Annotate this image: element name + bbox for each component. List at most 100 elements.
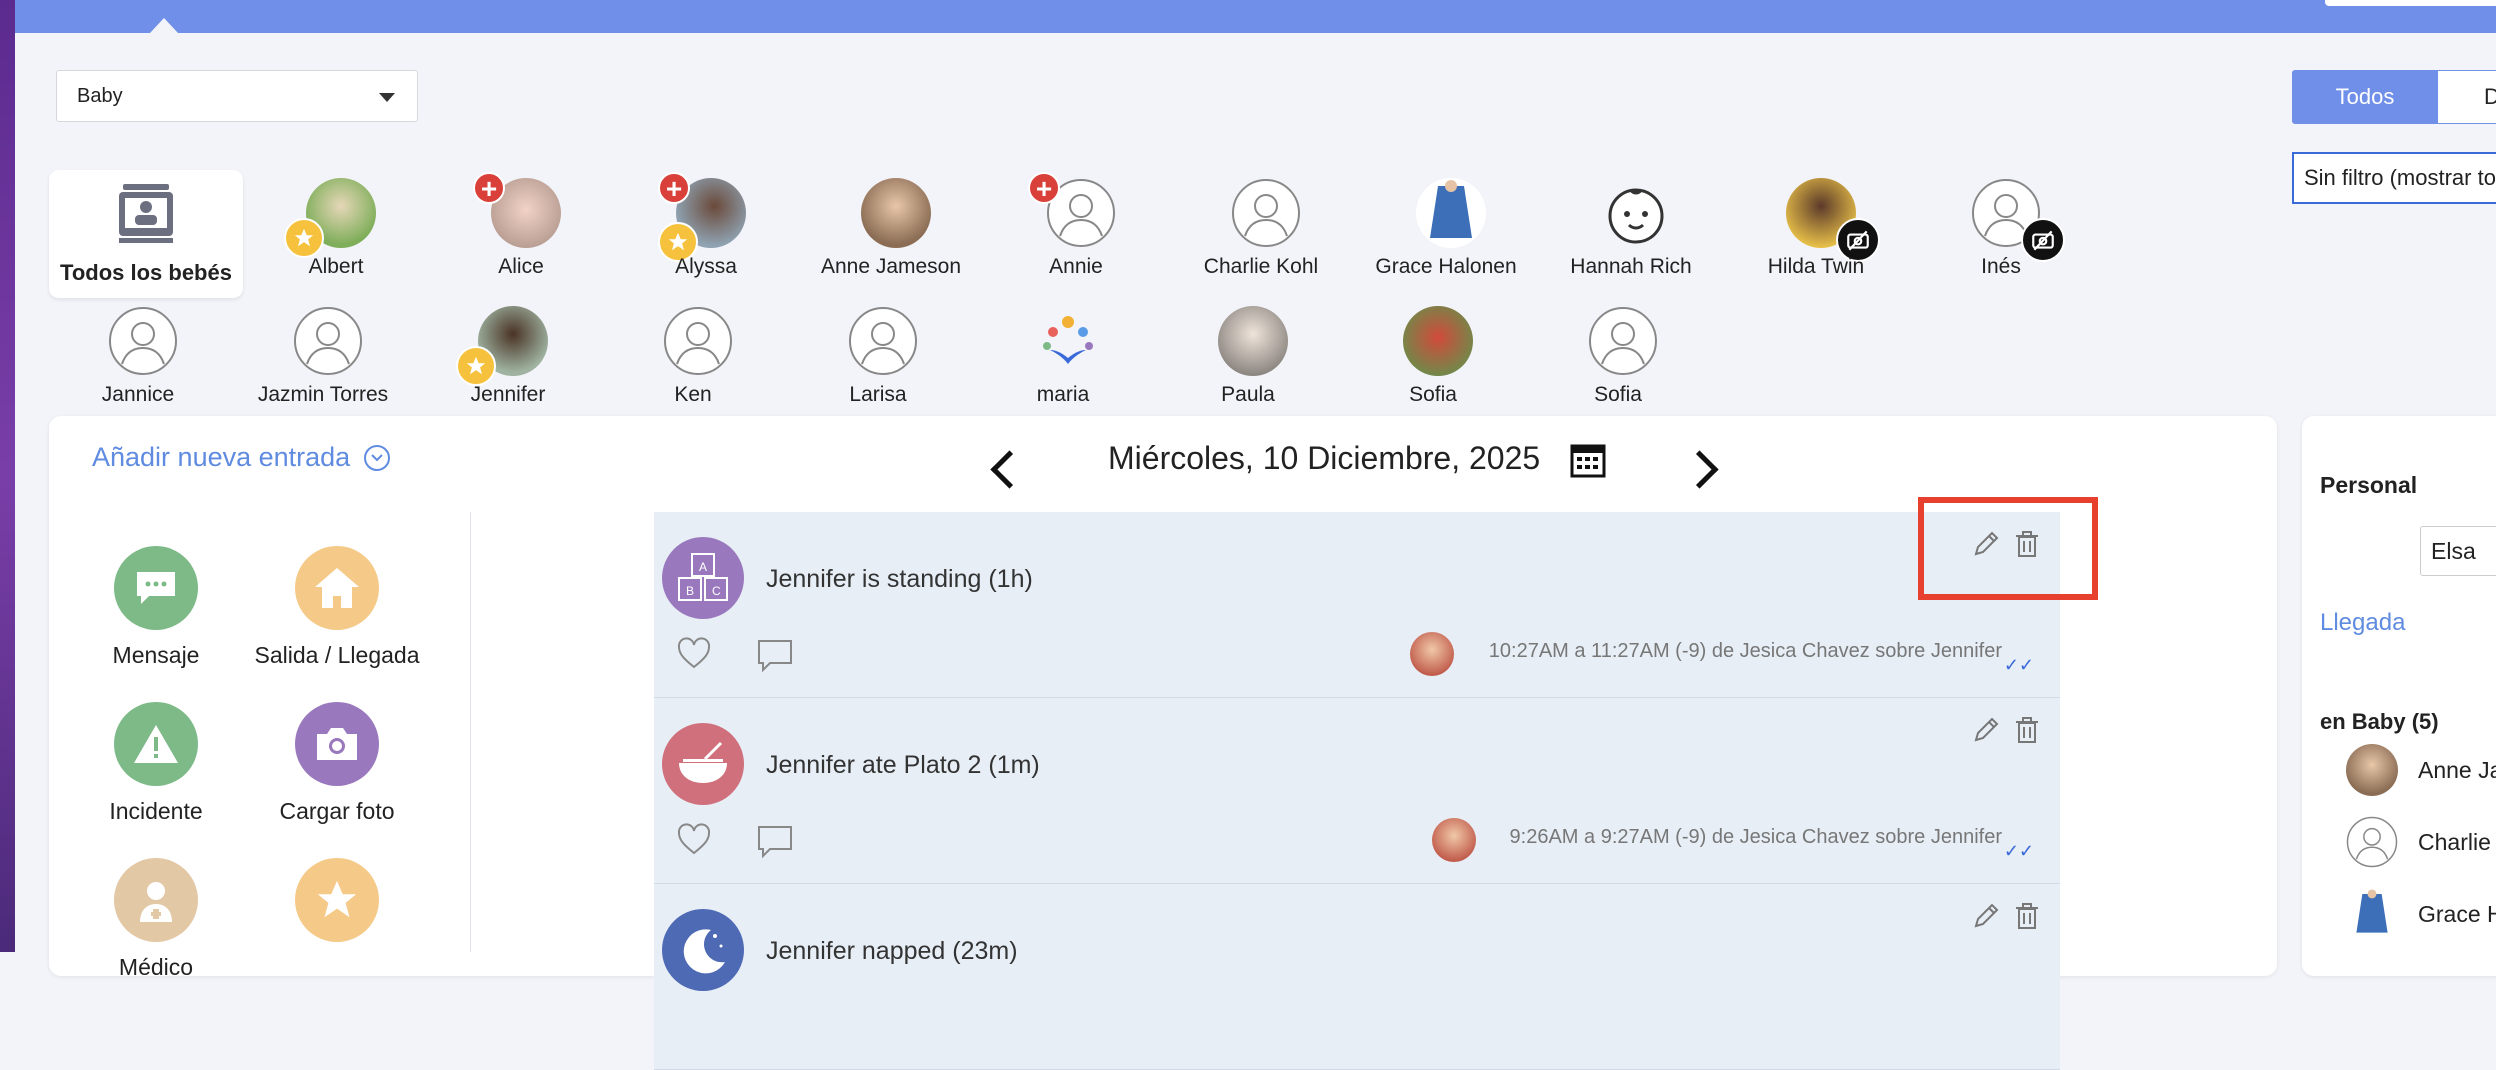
current-date: Miércoles, 10 Diciembre, 2025 bbox=[1108, 440, 1541, 476]
entry-meta: 9:26AM a 9:27AM (-9) de Jesica Chavez so… bbox=[1509, 826, 2002, 848]
feed-entry[interactable]: Jennifer napped (23m) bbox=[654, 884, 2060, 1070]
child-anne-jameson[interactable]: Anne Jameson bbox=[799, 172, 983, 292]
staff-select[interactable]: Elsa bbox=[2420, 526, 2496, 576]
avatar bbox=[1416, 178, 1486, 248]
plus-icon: + bbox=[473, 172, 505, 204]
child-sofia[interactable]: Sofia bbox=[1341, 300, 1525, 420]
child-larisa[interactable]: Larisa bbox=[786, 300, 970, 420]
child-name: Sofia bbox=[1594, 383, 1642, 406]
star-icon bbox=[284, 218, 324, 258]
child-charlie-kohl[interactable]: Charlie Kohl bbox=[1169, 172, 1353, 292]
child-grace-halonen[interactable]: Grace Halonen bbox=[1354, 172, 1538, 292]
room-selector[interactable]: Baby bbox=[56, 70, 418, 122]
action-message[interactable]: Mensaje bbox=[56, 546, 256, 669]
action-highlight[interactable] bbox=[237, 858, 437, 954]
avatar bbox=[2346, 744, 2398, 796]
feed-entry[interactable]: AB C Jennifer is standing (1h) 10:27AM a … bbox=[654, 512, 2060, 698]
entry-title: Jennifer is standing (1h) bbox=[766, 565, 1033, 593]
user-placeholder-icon bbox=[1589, 307, 1657, 375]
person-row[interactable]: Anne Ja bbox=[2346, 744, 2496, 796]
child-alice[interactable]: + Alice bbox=[429, 172, 613, 292]
child-paula[interactable]: Paula bbox=[1156, 300, 1340, 420]
chevron-right-icon[interactable] bbox=[1680, 450, 1719, 489]
child-alyssa[interactable]: + Alyssa bbox=[614, 172, 798, 292]
comment-icon[interactable] bbox=[756, 824, 794, 860]
top-nav-bar bbox=[15, 0, 2496, 33]
child-albert[interactable]: Albert bbox=[244, 172, 428, 292]
child-jazmin-torres[interactable]: Jazmin Torres bbox=[231, 300, 415, 420]
child-name: Larisa bbox=[849, 383, 907, 406]
chevron-down-icon bbox=[379, 93, 395, 102]
child-name: Sofia bbox=[1409, 383, 1457, 406]
heart-icon[interactable] bbox=[676, 822, 712, 856]
chevron-left-icon[interactable] bbox=[990, 450, 1029, 489]
add-entry-label: Añadir nueva entrada bbox=[92, 442, 351, 472]
people-logo-icon bbox=[1043, 316, 1093, 364]
child-jennifer[interactable]: Jennifer bbox=[416, 300, 600, 420]
user-placeholder-icon bbox=[109, 307, 177, 375]
child-name: Alyssa bbox=[675, 255, 737, 278]
toggle-all-button[interactable]: Todos bbox=[2292, 70, 2438, 124]
calendar-icon[interactable] bbox=[1570, 442, 1606, 478]
child-name: Ken bbox=[674, 383, 712, 406]
trash-icon[interactable] bbox=[2014, 902, 2040, 930]
child-name: Paula bbox=[1221, 383, 1275, 406]
child-name: Grace Halonen bbox=[1375, 255, 1517, 278]
trash-icon[interactable] bbox=[2014, 716, 2040, 744]
child-annie[interactable]: + Annie bbox=[984, 172, 1168, 292]
svg-text:B: B bbox=[686, 584, 694, 598]
plus-icon: + bbox=[1028, 172, 1060, 204]
add-entry-button[interactable]: Añadir nueva entrada bbox=[92, 442, 391, 473]
heart-icon[interactable] bbox=[676, 636, 712, 670]
chat-icon bbox=[114, 546, 198, 630]
child-ken[interactable]: Ken bbox=[601, 300, 785, 420]
pencil-icon[interactable] bbox=[1972, 902, 2000, 930]
user-placeholder-icon bbox=[2346, 816, 2398, 868]
pencil-icon[interactable] bbox=[1972, 716, 2000, 744]
action-incident[interactable]: Incidente bbox=[56, 702, 256, 825]
child-sofia-2[interactable]: Sofia bbox=[1526, 300, 1710, 420]
child-hannah-rich[interactable]: Hannah Rich bbox=[1539, 172, 1723, 292]
all-babies-label: Todos los bebés bbox=[60, 260, 232, 285]
child-name: Alice bbox=[498, 255, 544, 278]
child-name: Albert bbox=[308, 255, 364, 278]
arrival-link[interactable]: Llegada bbox=[2320, 609, 2405, 637]
date-navigation: Miércoles, 10 Diciembre, 2025 bbox=[980, 430, 1740, 500]
action-label: Salida / Llegada bbox=[254, 642, 420, 668]
user-placeholder-icon bbox=[664, 307, 732, 375]
child-name: Jazmin Torres bbox=[257, 383, 389, 406]
staff-avatar bbox=[1432, 818, 1476, 862]
avatar bbox=[1403, 306, 1473, 376]
chevron-down-icon bbox=[364, 444, 391, 471]
child-name: Jannice bbox=[101, 383, 175, 406]
action-checkin[interactable]: Salida / Llegada bbox=[237, 546, 437, 669]
action-upload-photo[interactable]: Cargar foto bbox=[237, 702, 437, 825]
bowl-icon bbox=[662, 723, 744, 805]
child-name: Annie bbox=[1049, 255, 1103, 278]
toggle-second-button[interactable]: D bbox=[2438, 70, 2496, 124]
child-name: Anne Jameson bbox=[820, 255, 962, 278]
filter-dropdown[interactable]: Sin filtro (mostrar to bbox=[2292, 152, 2496, 204]
user-placeholder-icon bbox=[1232, 179, 1300, 247]
read-receipt-icon: ✓✓ bbox=[2003, 655, 2034, 675]
action-medical[interactable]: Médico bbox=[56, 858, 256, 981]
user-placeholder-icon bbox=[294, 307, 362, 375]
child-maria[interactable]: maria bbox=[971, 300, 1155, 420]
person-row[interactable]: Grace H bbox=[2346, 888, 2496, 940]
all-babies-tile[interactable]: Todos los bebés bbox=[49, 170, 243, 298]
child-ines[interactable]: Inés bbox=[1909, 172, 2093, 292]
person-name: Charlie bbox=[2418, 828, 2491, 855]
person-row[interactable]: Charlie bbox=[2346, 816, 2491, 868]
moon-icon bbox=[662, 909, 744, 991]
child-jannice[interactable]: Jannice bbox=[46, 300, 230, 420]
view-toggle: Todos D bbox=[2292, 70, 2496, 124]
svg-text:A: A bbox=[699, 560, 707, 574]
person-name: Anne Ja bbox=[2418, 756, 2496, 783]
top-search-field[interactable] bbox=[2325, 0, 2496, 6]
child-hilda-twin[interactable]: Hilda Twin bbox=[1724, 172, 1908, 292]
action-label: Mensaje bbox=[112, 642, 200, 668]
baby-face-icon bbox=[1608, 188, 1664, 244]
action-label: Cargar foto bbox=[279, 798, 395, 824]
comment-icon[interactable] bbox=[756, 638, 794, 674]
feed-entry[interactable]: Jennifer ate Plato 2 (1m) 9:26AM a 9:27A… bbox=[654, 698, 2060, 884]
